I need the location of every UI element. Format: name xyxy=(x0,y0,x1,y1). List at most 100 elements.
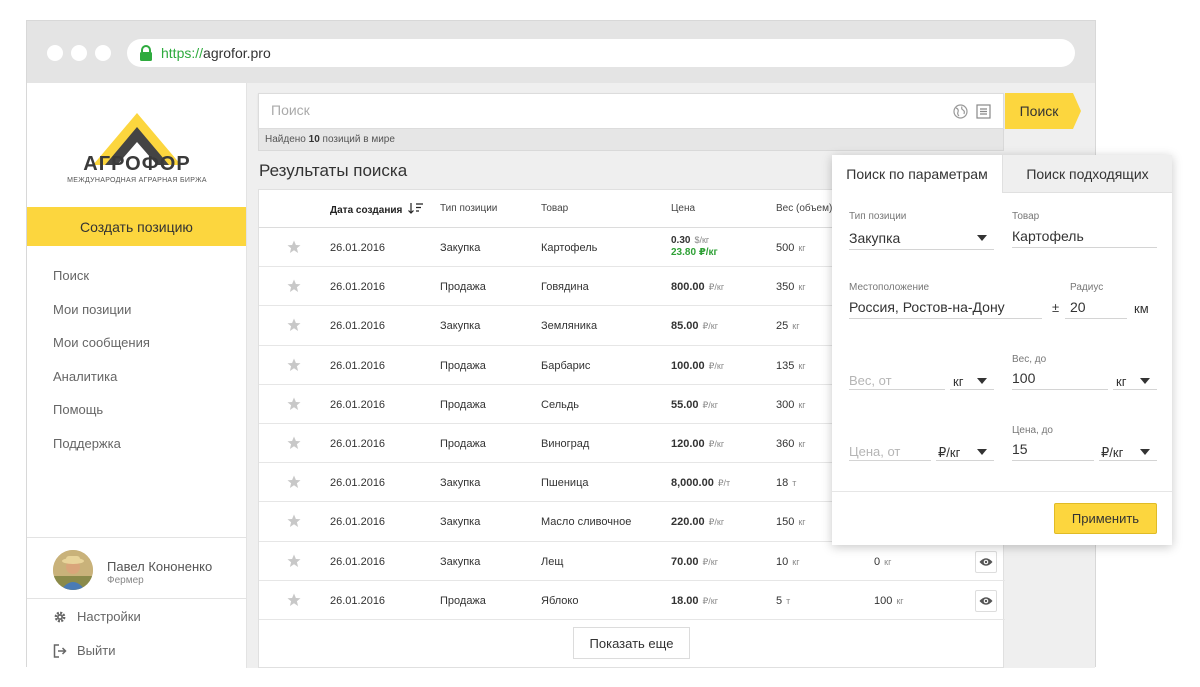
chevron-down-icon[interactable] xyxy=(1140,378,1150,384)
row-price-unit: ₽/кг xyxy=(708,360,725,371)
row-weight-unit: кг xyxy=(798,282,806,293)
star-icon[interactable] xyxy=(287,593,301,607)
window-maximize-dot[interactable] xyxy=(95,45,111,61)
found-count: 10 xyxy=(308,134,320,145)
address-bar[interactable]: https://agrofor.pro xyxy=(127,39,1075,67)
row-product: Масло сливочное xyxy=(541,516,632,529)
row-weight-value: 300 xyxy=(776,398,795,411)
view-button[interactable] xyxy=(975,550,997,573)
column-header-price[interactable]: Цена xyxy=(671,203,695,214)
price-from-unit-select[interactable]: ₽/кг xyxy=(938,445,960,461)
star-icon[interactable] xyxy=(287,436,301,450)
row-price-value: 0.30 xyxy=(671,235,691,246)
star-icon[interactable] xyxy=(287,279,301,293)
price-to-input[interactable]: 15 xyxy=(1012,441,1028,457)
sort-icon[interactable] xyxy=(408,203,424,214)
row-weight-unit: кг xyxy=(792,556,800,567)
row-price: 0.30 $/кг 23.80 ₽/кг xyxy=(671,234,718,259)
location-input[interactable]: Россия, Ростов-на-Дону xyxy=(849,299,1005,315)
search-button[interactable]: Поиск xyxy=(1005,93,1081,129)
column-header-date[interactable]: Дата создания xyxy=(330,203,424,216)
row-price: 55.00 ₽/кг xyxy=(671,399,718,411)
window-minimize-dot[interactable] xyxy=(71,45,87,61)
star-icon[interactable] xyxy=(287,475,301,489)
apply-button[interactable]: Применить xyxy=(1054,503,1157,534)
logo-title: АГРОФОР xyxy=(83,153,191,175)
weight-from-unit-select[interactable]: кг xyxy=(953,374,963,389)
table-row[interactable]: 26.01.2016 Продажа Яблоко 18.00 ₽/кг 5т 1… xyxy=(259,581,1005,620)
field-underline xyxy=(1012,389,1108,390)
star-icon[interactable] xyxy=(287,358,301,372)
window-close-dot[interactable] xyxy=(47,45,63,61)
row-price-unit: ₽/кг xyxy=(702,321,718,332)
weight-from-input[interactable]: Вес, от xyxy=(849,373,892,388)
price-to-unit-select[interactable]: ₽/кг xyxy=(1101,445,1123,461)
star-icon[interactable] xyxy=(287,397,301,411)
chevron-down-icon[interactable] xyxy=(977,378,987,384)
field-underline xyxy=(950,389,994,390)
logout-link[interactable]: Выйти xyxy=(53,643,116,658)
column-header-product[interactable]: Товар xyxy=(541,203,568,214)
filter-panel-footer: Применить xyxy=(832,491,1172,545)
row-product: Сельдь xyxy=(541,398,579,411)
row-product: Пшеница xyxy=(541,477,589,490)
row-weight2-unit: кг xyxy=(884,556,892,567)
chevron-down-icon[interactable] xyxy=(1140,449,1150,455)
search-input[interactable] xyxy=(271,102,871,118)
column-header-type[interactable]: Тип позиции xyxy=(440,203,497,214)
star-icon[interactable] xyxy=(287,318,301,332)
eye-icon xyxy=(979,597,993,605)
row-weight: 135 кг xyxy=(776,360,806,372)
sidebar-item-help[interactable]: Помощь xyxy=(53,401,150,435)
row-weight-unit: кг xyxy=(798,439,806,449)
field-underline xyxy=(849,389,945,390)
radius-unit: км xyxy=(1134,301,1149,316)
globe-icon[interactable] xyxy=(953,104,968,119)
star-icon[interactable] xyxy=(287,514,301,528)
tab-search-by-params[interactable]: Поиск по параметрам xyxy=(832,155,1002,193)
row-product: Виноград xyxy=(541,438,590,450)
star-icon[interactable] xyxy=(287,240,301,254)
user-name: Павел Кононенко xyxy=(107,559,213,574)
row-price-unit: ₽/кг xyxy=(702,399,718,410)
row-date: 26.01.2016 xyxy=(330,477,386,490)
plus-minus-sign: ± xyxy=(1052,300,1060,315)
position-type-select[interactable]: Закупка xyxy=(849,230,900,246)
show-more-button[interactable]: Показать еще xyxy=(573,627,690,659)
table-row[interactable]: 26.01.2016 Закупка Лещ 70.00 ₽/кг 10 кг 0к… xyxy=(259,542,1005,581)
weight-to-input[interactable]: 100 xyxy=(1012,370,1035,386)
chevron-down-icon[interactable] xyxy=(977,235,987,241)
list-view-icon[interactable] xyxy=(976,104,991,119)
row-price: 8,000.00 ₽/т xyxy=(671,477,730,489)
row-price-value: 120.00 xyxy=(671,438,705,450)
sidebar-item-support[interactable]: Поддержка xyxy=(53,435,150,469)
row-price-unit: ₽/т xyxy=(717,478,731,489)
sidebar-item-my-positions[interactable]: Мои позиции xyxy=(53,301,150,335)
weight-to-unit-select[interactable]: кг xyxy=(1116,374,1126,389)
product-input[interactable]: Картофель xyxy=(1012,228,1084,244)
sidebar: АГРОФОР МЕЖДУНАРОДНАЯ АГРАРНАЯ БИРЖА Соз… xyxy=(27,83,247,668)
view-button[interactable] xyxy=(975,589,997,612)
sidebar-item-analytics[interactable]: Аналитика xyxy=(53,368,150,402)
create-position-button[interactable]: Создать позицию xyxy=(27,207,246,246)
user-profile[interactable]: Павел Кононенко Фермер xyxy=(27,537,246,599)
chevron-down-icon[interactable] xyxy=(977,449,987,455)
field-underline xyxy=(1012,247,1157,248)
star-icon[interactable] xyxy=(287,554,301,568)
sidebar-item-my-messages[interactable]: Мои сообщения xyxy=(53,334,150,368)
price-from-input[interactable]: Цена, от xyxy=(849,444,900,459)
settings-link[interactable]: Настройки xyxy=(53,609,141,624)
field-underline xyxy=(849,460,931,461)
lock-icon xyxy=(140,45,152,61)
row-price-unit: ₽/кг xyxy=(708,282,725,293)
sidebar-item-search[interactable]: Поиск xyxy=(53,267,150,301)
row-price-value: 70.00 xyxy=(671,555,699,568)
row-weight-value: 135 xyxy=(776,359,795,372)
column-header-weight[interactable]: Вес (объем) xyxy=(776,203,832,214)
row-type: Закупка xyxy=(440,320,481,333)
row-date: 26.01.2016 xyxy=(330,516,386,529)
tab-search-similar[interactable]: Поиск подходящих xyxy=(1002,155,1172,193)
radius-input[interactable]: 20 xyxy=(1070,299,1086,315)
field-underline xyxy=(1113,389,1157,390)
row-product: Говядина xyxy=(541,281,589,294)
